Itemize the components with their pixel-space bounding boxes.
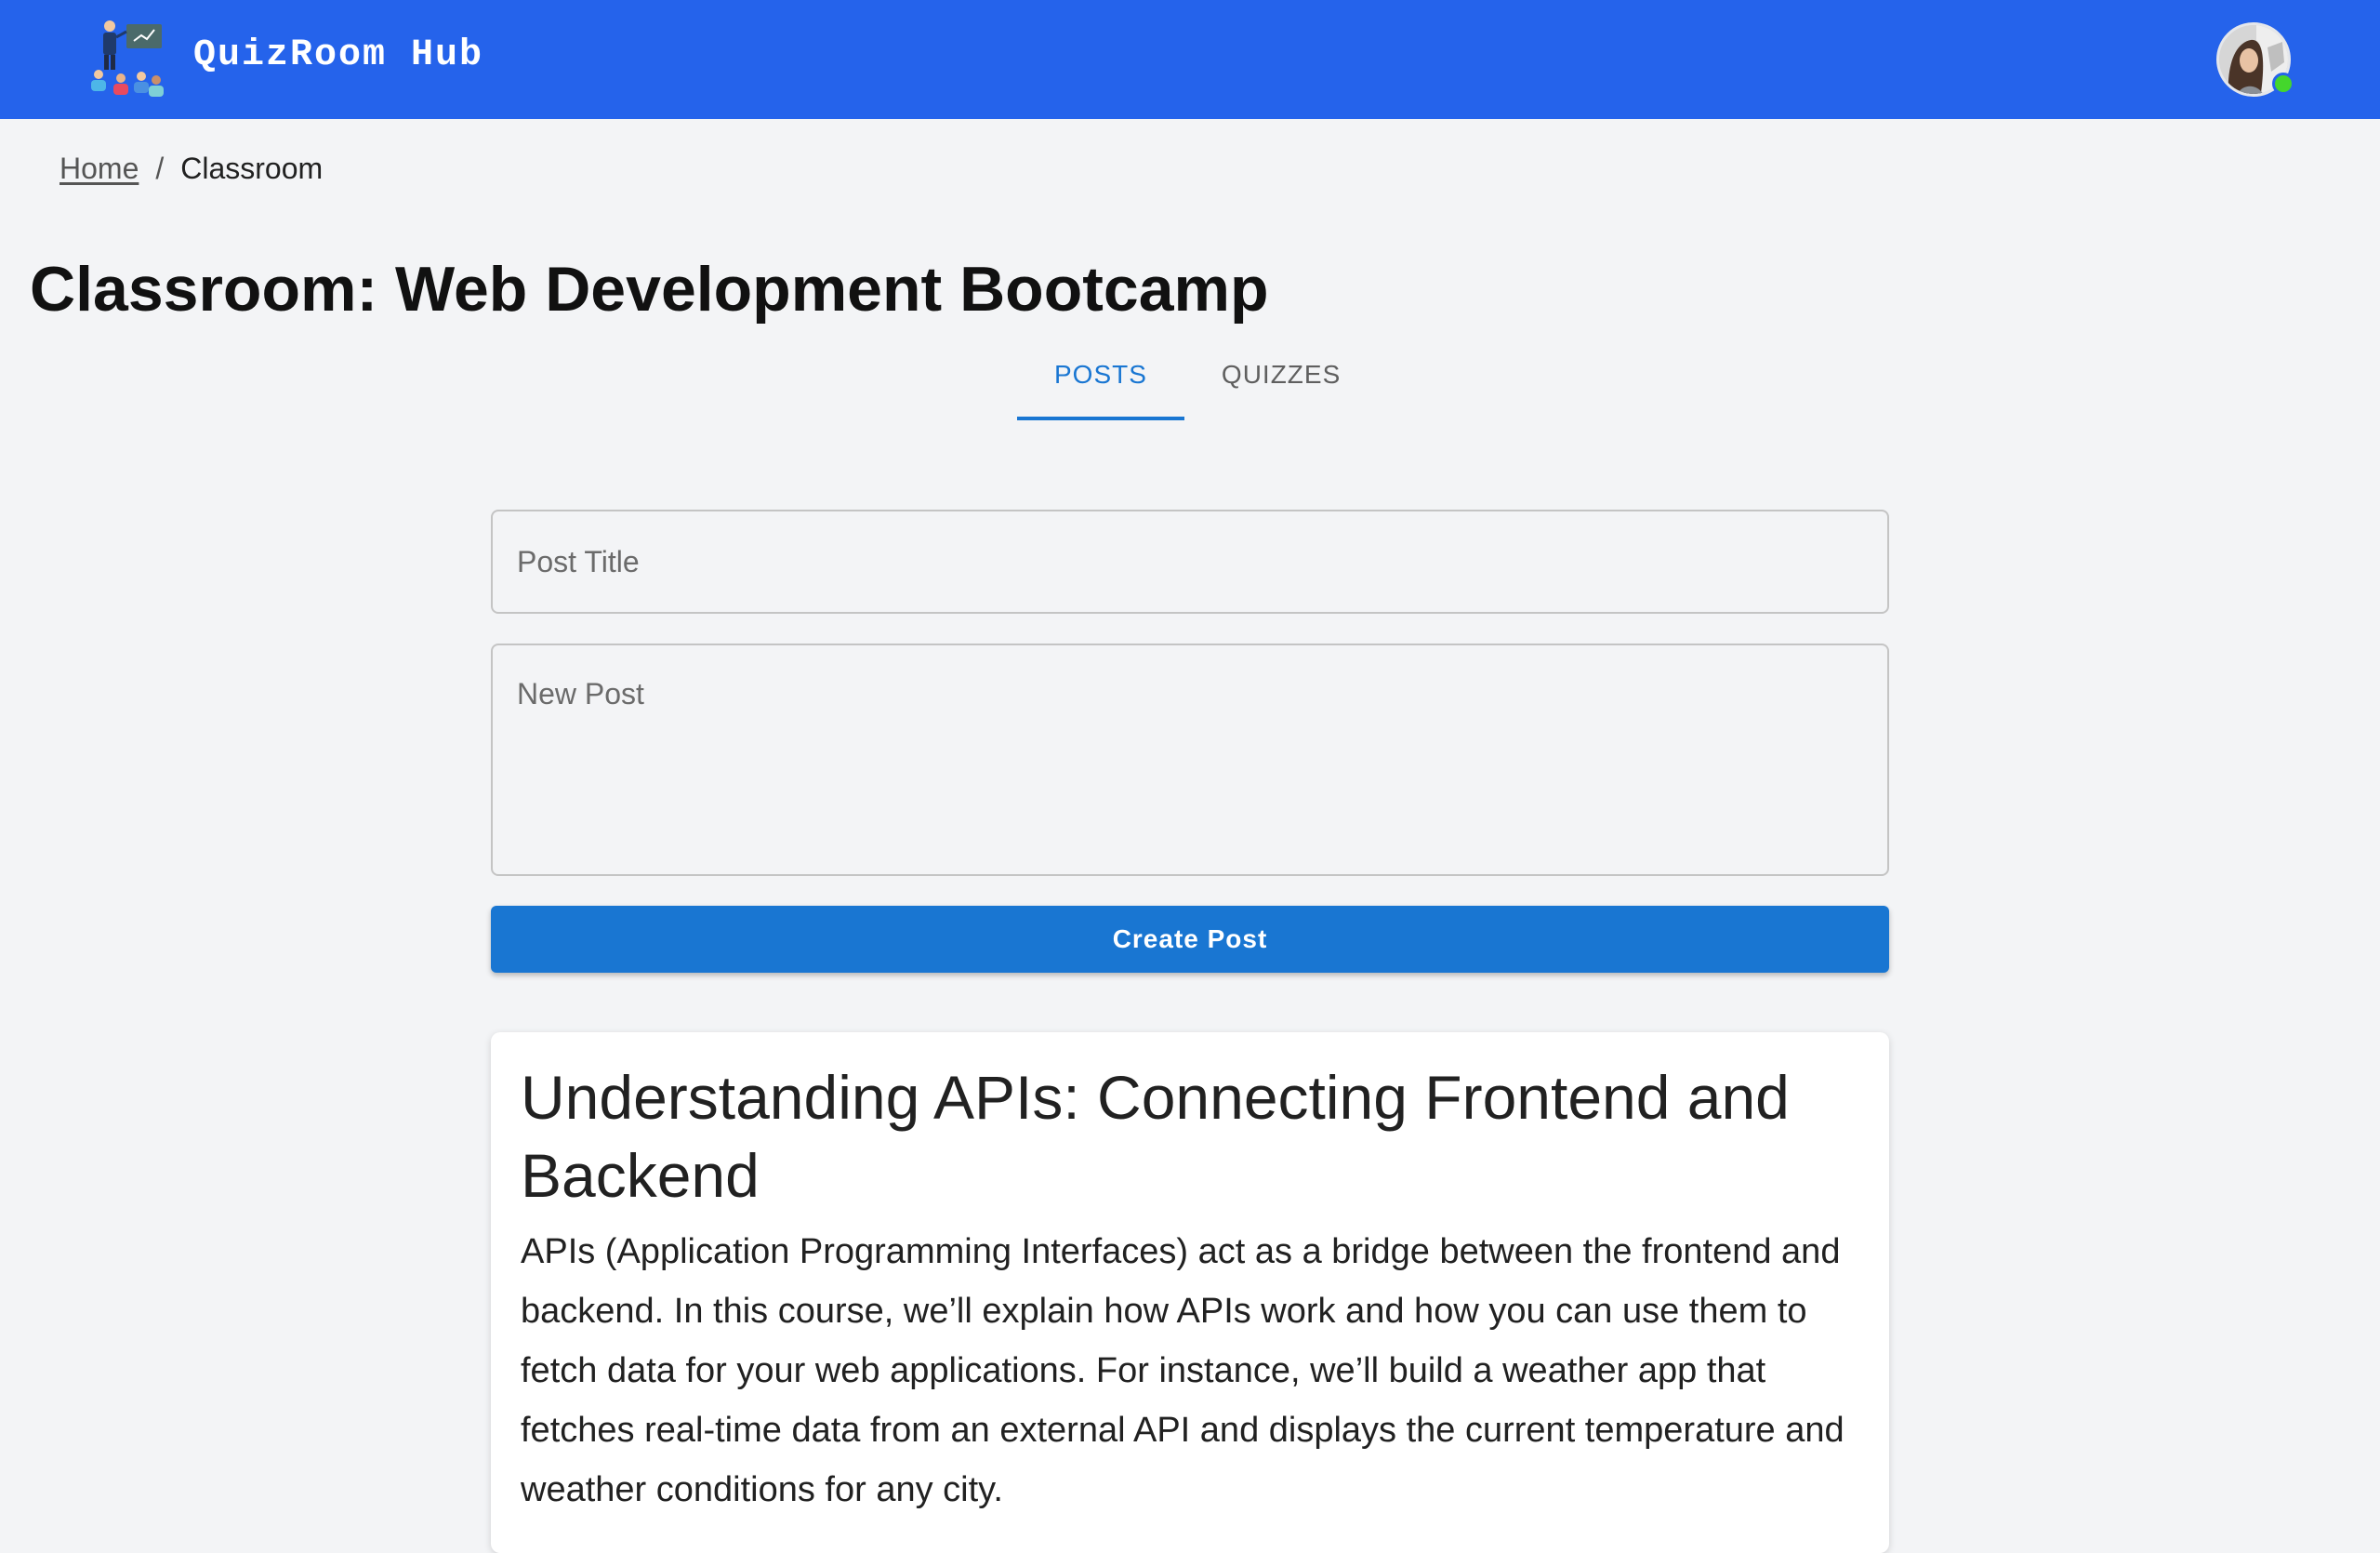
breadcrumb-separator: / [155, 152, 165, 185]
page-title: Classroom: Web Development Bootcamp [30, 254, 1269, 325]
classroom-teacher-icon[interactable] [86, 19, 167, 100]
post-body: APIs (Application Programming Interfaces… [521, 1232, 1844, 1509]
breadcrumb: Home / Classroom [60, 149, 323, 188]
tab-quizzes[interactable]: QUIZZES [1184, 344, 1378, 420]
classroom-tabs: POSTS QUIZZES [1017, 344, 1378, 420]
app-bar: QuizRoom Hub [0, 0, 2380, 119]
online-status-dot [2272, 73, 2294, 95]
create-post-button[interactable]: Create Post [491, 906, 1889, 973]
new-post-textarea[interactable] [491, 644, 1889, 876]
post-title: Understanding APIs: Connecting Frontend … [521, 1063, 1790, 1210]
post-title-input[interactable] [491, 510, 1889, 614]
app-brand-name[interactable]: QuizRoom Hub [193, 32, 483, 80]
breadcrumb-current: Classroom [180, 152, 324, 185]
breadcrumb-home-link[interactable]: Home [60, 149, 139, 188]
user-avatar-button[interactable] [2216, 22, 2294, 97]
tab-posts[interactable]: POSTS [1017, 344, 1184, 420]
post-card: Understanding APIs: Connecting Frontend … [491, 1032, 1889, 1553]
